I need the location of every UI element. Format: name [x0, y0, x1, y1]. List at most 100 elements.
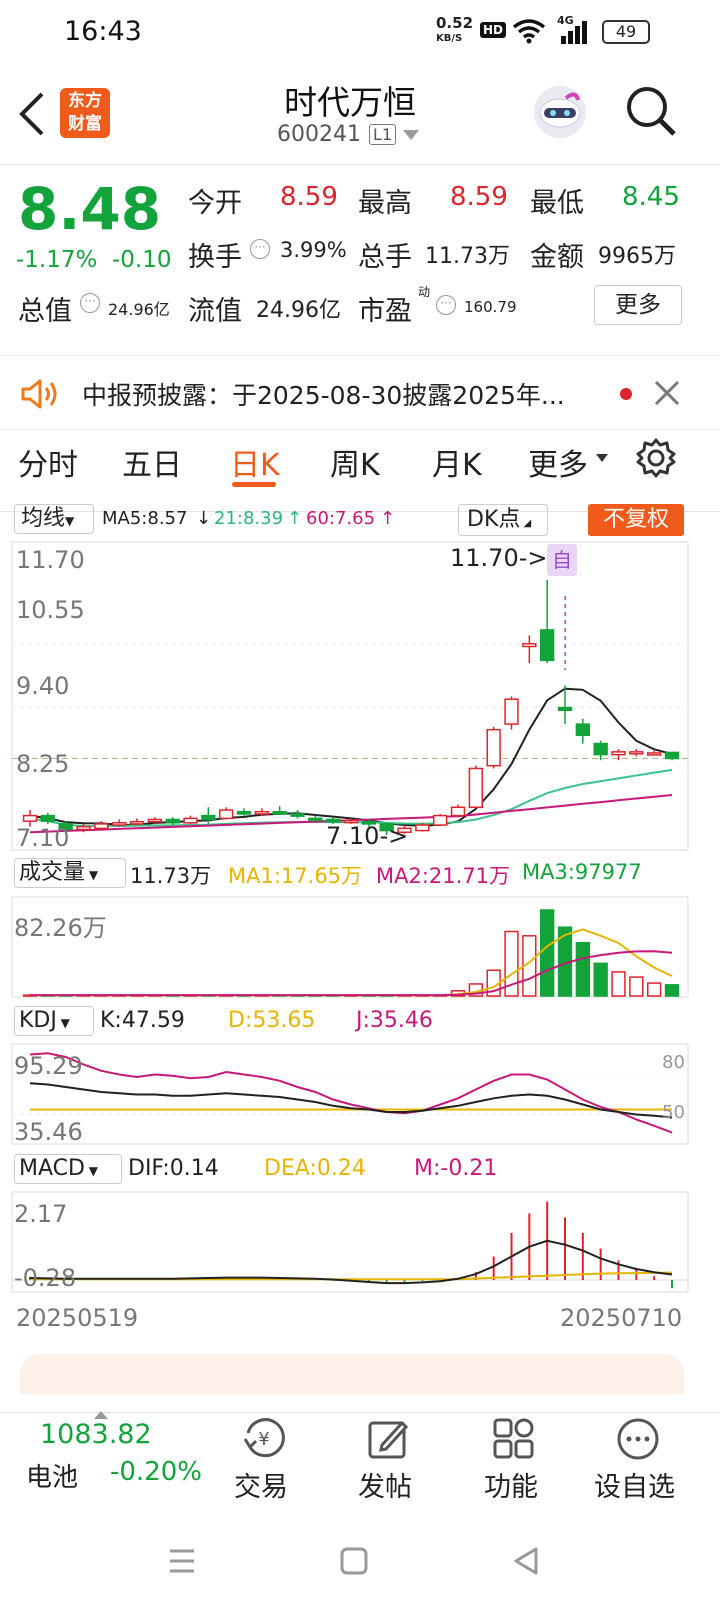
speaker-icon — [21, 379, 57, 409]
unread-dot — [620, 388, 632, 400]
pe-mark: 动 — [418, 285, 431, 299]
change-amount: -0.10 — [112, 247, 172, 273]
more-button[interactable]: 更多 — [594, 285, 682, 325]
bottom-banner[interactable] — [20, 1354, 684, 1394]
y-tick-1: 11.70 — [16, 546, 85, 574]
apps-icon[interactable] — [492, 1417, 536, 1461]
hd-icon: HD — [480, 22, 507, 38]
dots-icon[interactable]: ··· — [436, 295, 456, 315]
stock-code: 600241 — [277, 122, 361, 147]
gear-icon[interactable] — [636, 438, 676, 478]
post-icon[interactable] — [366, 1417, 410, 1461]
volume-ma2: MA2:21.71万 — [376, 864, 511, 888]
wifi-icon — [512, 19, 546, 44]
volume-select[interactable]: 成交量 ▼ — [14, 858, 126, 888]
y-tick-4: 8.25 — [16, 750, 70, 778]
last-price: 8.48 — [18, 175, 162, 243]
candle-up — [76, 825, 91, 831]
tab-more[interactable]: 更多 — [528, 440, 588, 484]
pe-label: 市盈 — [358, 296, 412, 327]
tab-monthly-k[interactable]: 月K — [432, 440, 482, 484]
back-icon[interactable] — [512, 1547, 540, 1575]
macd-dif-line — [29, 1239, 673, 1285]
trade-label[interactable]: 交易 — [234, 1465, 288, 1504]
high-label: 最高 — [358, 188, 412, 219]
kline-svg[interactable] — [0, 540, 720, 1325]
macd-m: M:-0.21 — [414, 1156, 498, 1181]
sector-name[interactable]: 电池 — [26, 1457, 78, 1494]
net-speed-value: 0.52 — [436, 14, 474, 32]
high-marker: 11.70-> — [450, 544, 548, 572]
volume-ymax: 82.26万 — [14, 914, 107, 942]
y-tick-5: 7.10 — [16, 824, 70, 852]
low-value: 8.45 — [622, 182, 680, 212]
kdj-k: K:47.59 — [100, 1008, 185, 1033]
notice-bar[interactable]: 中报预披露：于2025-08-30披露2025年... — [0, 355, 720, 430]
kdj-ref50: 50 — [662, 1102, 685, 1123]
candle-up — [504, 698, 519, 725]
tab-intraday[interactable]: 分时 — [18, 440, 78, 484]
chart-area: 均线▼ MA5:8.57 ↓ 21:8.39 ↑ 60:7.65 ↑ DK点 ◢… — [0, 504, 720, 1412]
kline-grid — [12, 643, 688, 772]
date-end: 20250710 — [560, 1304, 683, 1332]
quote-panel: 8.48 -1.17% -0.10 今开 8.59 最高 8.59 最低 8.4… — [0, 165, 720, 355]
dk-point-select[interactable]: DK点 ◢ — [458, 504, 548, 536]
ma-select[interactable]: 均线▼ — [14, 504, 94, 534]
caret-up-icon — [94, 1411, 108, 1419]
candle-up — [22, 814, 38, 822]
candle-down — [539, 629, 555, 662]
candle-down — [308, 817, 323, 822]
caret-down-icon[interactable] — [403, 130, 419, 140]
candle-up — [415, 824, 430, 832]
volume-bar — [593, 962, 608, 997]
high-value: 8.59 — [450, 182, 508, 212]
robot-icon[interactable] — [530, 82, 590, 142]
low-label: 最低 — [530, 188, 584, 219]
kdj-select[interactable]: KDJ ▼ — [14, 1006, 94, 1036]
candle-up — [254, 810, 270, 815]
tab-weekly-k[interactable]: 周K — [330, 440, 380, 484]
kdj-ref80: 80 — [662, 1052, 685, 1073]
home-icon[interactable] — [340, 1547, 368, 1575]
kdj-lines — [12, 1052, 688, 1134]
candle-down — [201, 814, 216, 821]
post-label[interactable]: 发帖 — [358, 1465, 412, 1504]
candle-up — [646, 752, 662, 756]
dots-icon[interactable]: ··· — [250, 239, 270, 259]
volume-bar — [664, 984, 680, 997]
dots-icon[interactable]: ··· — [80, 293, 100, 313]
candle-down — [236, 810, 252, 815]
sector-change: -0.20% — [110, 1457, 202, 1487]
kdj-k-line — [29, 1082, 673, 1119]
volume-value: 11.73万 — [425, 244, 510, 269]
more-circle-icon[interactable] — [616, 1417, 660, 1461]
arrow-up-icon: ↑ — [287, 508, 303, 529]
candle-down — [664, 751, 680, 760]
total-value: 24.96亿 — [108, 300, 170, 319]
adjust-button[interactable]: 不复权 — [588, 504, 684, 536]
turnover-value: 3.99% — [280, 238, 347, 262]
macd-select[interactable]: MACD ▼ — [14, 1154, 122, 1184]
candle-up — [129, 820, 145, 825]
svg-text:¥: ¥ — [258, 1429, 269, 1450]
net-speed-unit: KB/S — [436, 33, 463, 44]
trade-icon[interactable]: ¥ — [242, 1417, 286, 1461]
volume-label: 总手 — [358, 242, 412, 273]
sector-index-value[interactable]: 1083.82 — [40, 1419, 152, 1450]
candle-down — [290, 813, 305, 817]
menu-icon[interactable] — [168, 1547, 196, 1575]
close-icon[interactable] — [654, 380, 680, 406]
volume-bar — [539, 909, 555, 997]
tab-five-day[interactable]: 五日 — [122, 440, 182, 484]
search-icon[interactable] — [624, 84, 678, 138]
kdj-ymax: 95.29 — [14, 1052, 83, 1080]
volume-current: 11.73万 — [130, 864, 212, 888]
ma-select-label: 均线 — [21, 506, 66, 531]
tab-daily-k[interactable]: 日K — [230, 440, 280, 484]
status-bar: 16:43 0.52 KB/S HD 4G 49 — [0, 0, 720, 70]
func-label[interactable]: 功能 — [484, 1465, 538, 1504]
open-value: 8.59 — [280, 182, 338, 212]
candle-up — [611, 751, 626, 756]
watchlist-label[interactable]: 设自选 — [594, 1465, 675, 1504]
float-value-label: 流值 — [188, 296, 242, 327]
